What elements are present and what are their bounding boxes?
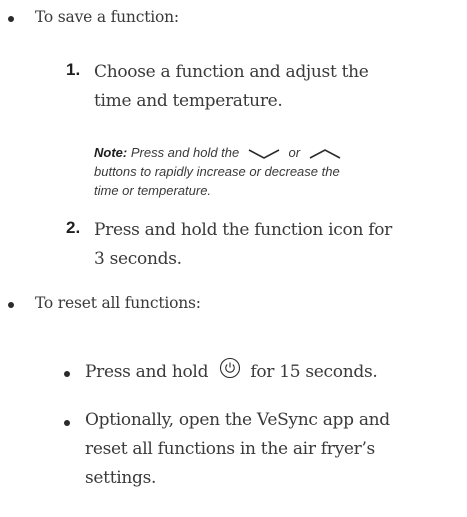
reset-item-1-before: Press and hold <box>85 362 209 382</box>
reset-item-2-line-2: reset all functions in the air fryer’s <box>85 439 375 459</box>
note-line-2: buttons to rapidly increase or decrease … <box>94 164 340 179</box>
note-line-3: time or temperature. <box>94 183 212 198</box>
bullet-dot <box>8 16 14 22</box>
note-label: Note: <box>94 145 128 160</box>
reset-item-2-line-1: Optionally, open the VeSync app and <box>85 410 390 430</box>
reset-item-2-line-3: settings. <box>85 468 157 488</box>
note-or: or <box>288 145 301 160</box>
step-2-line-2: 3 seconds. <box>94 249 182 269</box>
step-number-1: 1. <box>66 60 81 79</box>
reset-item-1-after: for 15 seconds. <box>250 362 378 382</box>
step-1-line-1: Choose a function and adjust the <box>94 62 369 82</box>
reset-item-1: Press and hold for 15 seconds. <box>85 357 378 387</box>
section-heading-save: To save a function: <box>35 8 179 26</box>
step-2-line-1: Press and hold the function icon for <box>94 220 392 240</box>
note-text-before: Press and hold the <box>130 145 240 160</box>
power-icon <box>220 357 241 379</box>
note-line-1: Note: Press and hold the or <box>94 144 342 162</box>
section-heading-reset: To reset all functions: <box>35 294 201 312</box>
bullet-dot <box>8 302 14 308</box>
chevron-up-icon <box>309 148 341 159</box>
bullet-dot <box>64 420 70 426</box>
bullet-dot <box>64 371 70 377</box>
step-number-2: 2. <box>66 218 81 237</box>
chevron-down-icon <box>248 148 280 159</box>
step-1-line-2: time and temperature. <box>94 91 283 111</box>
